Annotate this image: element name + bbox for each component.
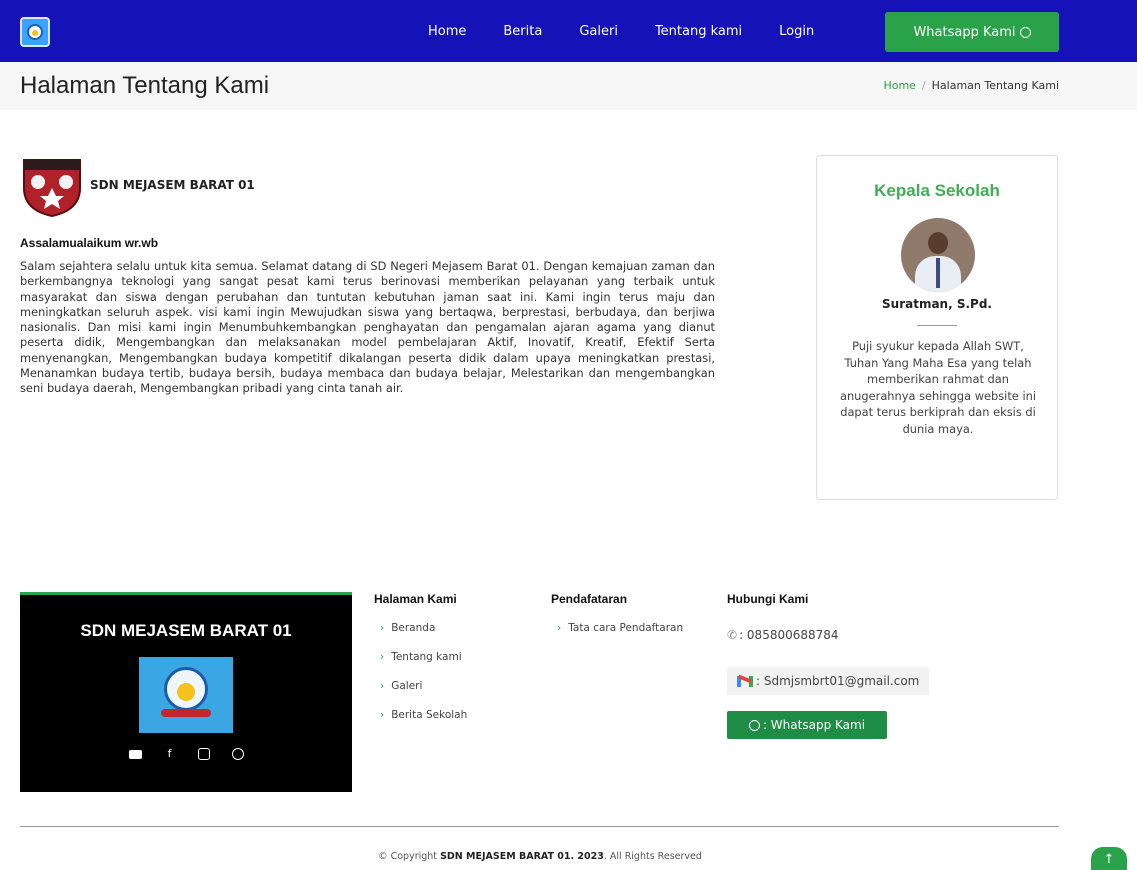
chevron-right-icon: › <box>380 651 385 663</box>
page-header: Halaman Tentang Kami Home / Halaman Tentan… <box>0 62 1137 110</box>
whatsapp-nav-button[interactable]: Whatsapp Kami <box>885 12 1059 52</box>
social-links: f <box>20 748 352 760</box>
footer-link-label: Berita Sekolah <box>391 709 468 721</box>
avatar-tie <box>936 258 940 288</box>
nav-galeri[interactable]: Galeri <box>579 24 618 39</box>
footer-link-label: Beranda <box>391 622 436 634</box>
youtube-icon[interactable] <box>128 750 142 759</box>
footer-link-beranda[interactable]: › Beranda <box>380 622 435 634</box>
whatsapp-contact-button[interactable]: : Whatsapp Kami <box>727 711 887 739</box>
principal-avatar <box>901 218 975 292</box>
breadcrumb-separator: / <box>921 79 926 92</box>
gmail-icon <box>737 674 753 687</box>
chevron-right-icon: › <box>380 680 385 692</box>
whatsapp-nav-label: Whatsapp Kami <box>913 24 1016 40</box>
principal-name: Suratman, S.Pd. <box>882 297 992 311</box>
nav-berita[interactable]: Berita <box>503 24 542 39</box>
copyright-brand: SDN MEJASEM BARAT 01. 2023 <box>440 851 604 862</box>
breadcrumb-home[interactable]: Home <box>883 79 915 92</box>
copyright-prefix: © Copyright <box>378 851 438 862</box>
top-navbar: Home Berita Galeri Tentang kami Login Wh… <box>0 0 1137 62</box>
footer-brand-panel: SDN MEJASEM BARAT 01 f <box>20 592 352 792</box>
logo-center <box>177 683 195 701</box>
phone-number: : 085800688784 <box>739 628 839 642</box>
whatsapp-icon <box>1019 26 1031 38</box>
principal-description: Puji syukur kepada Allah SWT, Tuhan Yang… <box>839 339 1036 436</box>
copyright-text: © Copyright SDN MEJASEM BARAT 01. 2023. … <box>0 851 1080 862</box>
arrow-up-icon: ↑ <box>1103 852 1115 867</box>
tut-wuri-logo <box>139 657 233 733</box>
phone-icon: ✆ <box>727 628 738 642</box>
avatar-head <box>928 232 948 254</box>
halaman-kami-title: Halaman Kami <box>374 592 457 606</box>
breadcrumb: Home / Halaman Tentang Kami <box>883 79 1059 92</box>
nav-menu: Home Berita Galeri Tentang kami Login <box>428 0 851 62</box>
footer-link-label: Tata cara Pendaftaran <box>568 622 684 634</box>
footer-link-tata-cara[interactable]: › Tata cara Pendaftaran <box>557 622 683 634</box>
nav-login[interactable]: Login <box>779 24 814 39</box>
footer-link-berita-sekolah[interactable]: › Berita Sekolah <box>380 709 467 721</box>
school-crest-logo <box>23 159 81 218</box>
kepala-title: Kepala Sekolah <box>874 181 1000 200</box>
nav-home[interactable]: Home <box>428 24 466 39</box>
chevron-right-icon: › <box>380 622 385 634</box>
kepala-sekolah-card: Kepala Sekolah Suratman, S.Pd. Puji syuk… <box>816 155 1058 500</box>
logo-ribbon <box>161 709 211 717</box>
copyright-suffix: . All Rights Reserved <box>603 851 702 862</box>
email-address: : Sdmjsmbrt01@gmail.com <box>756 674 920 688</box>
footer-link-label: Galeri <box>391 680 423 692</box>
nav-tentang-kami[interactable]: Tentang kami <box>655 24 742 39</box>
footer-brand-name: SDN MEJASEM BARAT 01 <box>80 621 292 640</box>
chevron-right-icon: › <box>557 622 562 634</box>
whatsapp-icon[interactable] <box>231 748 244 760</box>
whatsapp-contact-label: : Whatsapp Kami <box>762 718 866 732</box>
contact-email[interactable]: : Sdmjsmbrt01@gmail.com <box>727 667 930 695</box>
site-logo[interactable] <box>20 17 50 47</box>
instagram-icon[interactable] <box>197 748 210 760</box>
chevron-right-icon: › <box>380 709 385 721</box>
back-to-top-button[interactable]: ↑ <box>1091 847 1127 870</box>
footer-link-galeri[interactable]: › Galeri <box>380 680 422 692</box>
footer-link-tentang-kami[interactable]: › Tentang kami <box>380 651 462 663</box>
pendaftaran-title: Pendafataran <box>551 592 628 606</box>
greeting-heading: Assalamualaikum wr.wb <box>20 236 159 250</box>
card-divider <box>917 325 957 326</box>
footer-link-label: Tentang kami <box>391 651 462 663</box>
footer-divider <box>20 826 1059 827</box>
school-name: SDN MEJASEM BARAT 01 <box>90 178 255 192</box>
logo-dot <box>32 30 38 36</box>
facebook-icon[interactable]: f <box>164 748 176 760</box>
hubungi-kami-title: Hubungi Kami <box>727 592 809 606</box>
contact-phone[interactable]: ✆: 085800688784 <box>727 628 839 642</box>
page-title: Halaman Tentang Kami <box>20 72 270 99</box>
breadcrumb-current: Halaman Tentang Kami <box>931 79 1059 92</box>
whatsapp-icon <box>748 719 760 731</box>
about-paragraph: Salam sejahtera selalu untuk kita semua.… <box>20 259 715 396</box>
